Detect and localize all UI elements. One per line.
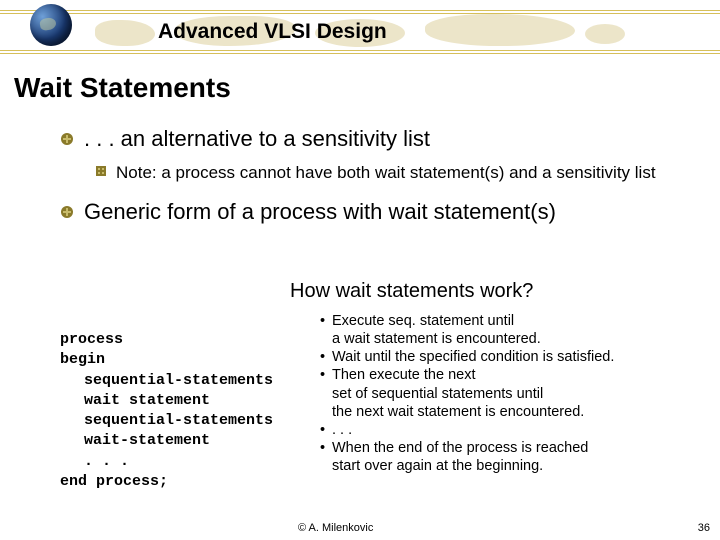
how-item-3: •Then execute the next	[320, 366, 715, 384]
slide: Advanced VLSI Design Wait Statements . .…	[0, 0, 720, 540]
how-item-2: •Wait until the specified condition is s…	[320, 348, 715, 366]
footer-copyright: © A. Milenkovic	[298, 522, 373, 534]
bullet-1: . . . an alternative to a sensitivity li…	[60, 126, 700, 152]
title-divider	[0, 10, 720, 11]
bullet-icon	[60, 132, 74, 146]
how-item-5: •When the end of the process is reached	[320, 439, 715, 457]
how-item-5-cont: start over again at the beginning.	[332, 457, 715, 475]
code-line: begin	[60, 350, 310, 370]
title-divider	[0, 53, 720, 54]
how-item-text: Execute seq. statement until	[332, 312, 715, 330]
how-item-3-cont: the next wait statement is encountered.	[332, 403, 715, 421]
how-item-4: •. . .	[320, 421, 715, 439]
sub-bullet-1: Note: a process cannot have both wait st…	[96, 162, 700, 183]
how-item-text: Wait until the specified condition is sa…	[332, 348, 715, 366]
code-line: wait-statement	[84, 431, 310, 451]
sub-bullet-1-text: Note: a process cannot have both wait st…	[116, 162, 656, 183]
how-item-text: Then execute the next	[332, 366, 715, 384]
how-item-text: . . .	[332, 421, 715, 439]
bullet-1-text: . . . an alternative to a sensitivity li…	[84, 126, 430, 152]
how-title: How wait statements work?	[290, 280, 533, 303]
code-line: end process;	[60, 472, 310, 492]
code-line: sequential-statements	[84, 411, 310, 431]
code-line: sequential-statements	[84, 371, 310, 391]
how-list: •Execute seq. statement until a wait sta…	[320, 312, 715, 475]
code-line: wait statement	[84, 391, 310, 411]
bullet-2-text: Generic form of a process with wait stat…	[84, 199, 556, 225]
bullet-2: Generic form of a process with wait stat…	[60, 199, 700, 225]
how-item-1: •Execute seq. statement until	[320, 312, 715, 330]
slide-title: Wait Statements	[14, 72, 231, 104]
code-line: process	[60, 330, 310, 350]
course-title: Advanced VLSI Design	[158, 20, 387, 44]
bullet-icon	[60, 205, 74, 219]
globe-icon	[30, 4, 72, 46]
title-divider	[0, 50, 720, 51]
how-item-1-cont: a wait statement is encountered.	[332, 330, 715, 348]
how-item-text: When the end of the process is reached	[332, 439, 715, 457]
code-block: process begin sequential-statements wait…	[60, 330, 310, 492]
sub-bullet-icon	[96, 166, 106, 176]
content-area: . . . an alternative to a sensitivity li…	[60, 126, 700, 235]
footer-slide-number: 36	[698, 522, 710, 534]
code-line: . . .	[84, 452, 310, 472]
how-item-3-cont: set of sequential statements until	[332, 385, 715, 403]
